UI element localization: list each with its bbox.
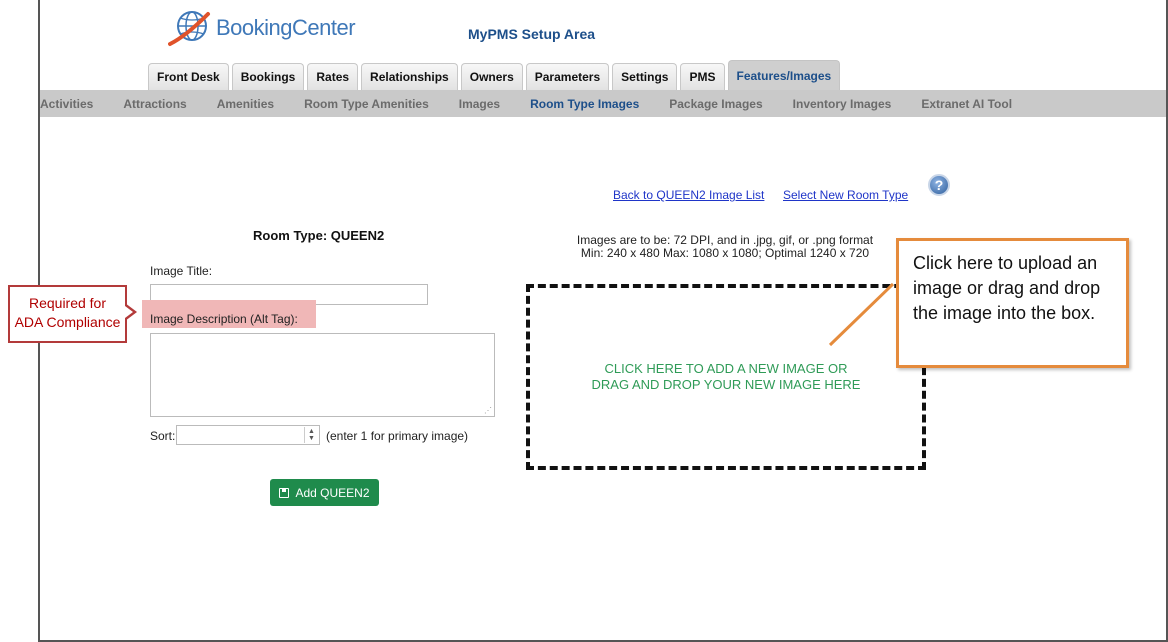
upload-hint-callout: Click here to upload an image or drag an… [896, 238, 1129, 368]
